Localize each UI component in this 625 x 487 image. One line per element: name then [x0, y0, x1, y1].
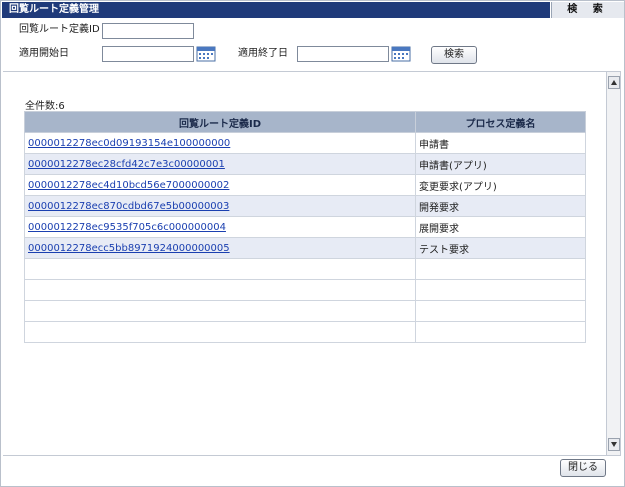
- table-header-row: 回覧ルート定義ID プロセス定義名: [24, 111, 586, 133]
- table-row-empty: [24, 279, 586, 301]
- calendar-icon[interactable]: [391, 46, 411, 62]
- route-id-link[interactable]: 0000012278ec4d10bcd56e7000000002: [28, 180, 229, 191]
- process-name-cell: テスト要求: [415, 237, 586, 259]
- table-row-empty: [24, 300, 586, 322]
- table-row: 0000012278ecc5bb8971924000000005 テスト要求: [24, 237, 586, 259]
- column-header-route-id[interactable]: 回覧ルート定義ID: [24, 111, 416, 133]
- start-date-input[interactable]: [102, 46, 194, 62]
- end-date-label: 適用終了日: [238, 48, 288, 59]
- process-name-cell: 変更要求(アプリ): [415, 174, 586, 196]
- table-row: 0000012278ec870cdbd67e5b00000003 開発要求: [24, 195, 586, 217]
- window-title: 回覧ルート定義管理: [2, 2, 550, 18]
- calendar-icon[interactable]: [196, 46, 216, 62]
- close-button[interactable]: 閉じる: [560, 459, 606, 477]
- end-date-input[interactable]: [297, 46, 389, 62]
- empty-cell: [24, 258, 416, 280]
- start-date-label: 適用開始日: [19, 48, 69, 59]
- process-name-cell: 申請書(アプリ): [415, 153, 586, 175]
- table-row: 0000012278ec0d09193154e100000000 申請書: [24, 132, 586, 154]
- route-id-link[interactable]: 0000012278ec9535f705c6c000000004: [28, 222, 226, 233]
- process-name-cell: 開発要求: [415, 195, 586, 217]
- table-row: 0000012278ec4d10bcd56e7000000002 変更要求(アプ…: [24, 174, 586, 196]
- search-button[interactable]: 検索: [431, 46, 477, 64]
- route-id-link[interactable]: 0000012278ec870cdbd67e5b00000003: [28, 201, 229, 212]
- arrow-down-icon[interactable]: [608, 438, 620, 451]
- route-id-link[interactable]: 0000012278ec0d09193154e100000000: [28, 138, 230, 149]
- table-row-empty: [24, 321, 586, 343]
- app-window: 回覧ルート定義管理 検 索 回覧ルート定義ID 適用開始日 適用終了日 検索 全…: [0, 0, 625, 487]
- result-count: 全件数:6: [25, 101, 65, 112]
- empty-cell: [415, 279, 586, 301]
- table-row: 0000012278ec28cfd42c7e3c00000001 申請書(アプリ…: [24, 153, 586, 175]
- empty-cell: [24, 300, 416, 322]
- search-tab[interactable]: 検 索: [551, 2, 624, 18]
- route-id-link[interactable]: 0000012278ecc5bb8971924000000005: [28, 243, 230, 254]
- empty-cell: [415, 300, 586, 322]
- route-id-input[interactable]: [102, 23, 194, 39]
- empty-cell: [24, 321, 416, 343]
- table-row-empty: [24, 258, 586, 280]
- results-table: 回覧ルート定義ID プロセス定義名 0000012278ec0d09193154…: [24, 111, 586, 343]
- table-row: 0000012278ec9535f705c6c000000004 展開要求: [24, 216, 586, 238]
- vertical-scrollbar[interactable]: [606, 71, 621, 456]
- column-header-process-name[interactable]: プロセス定義名: [415, 111, 586, 133]
- process-name-cell: 展開要求: [415, 216, 586, 238]
- empty-cell: [415, 321, 586, 343]
- arrow-up-icon[interactable]: [608, 76, 620, 89]
- route-id-label: 回覧ルート定義ID: [19, 24, 100, 35]
- process-name-cell: 申請書: [415, 132, 586, 154]
- empty-cell: [24, 279, 416, 301]
- empty-cell: [415, 258, 586, 280]
- route-id-link[interactable]: 0000012278ec28cfd42c7e3c00000001: [28, 159, 225, 170]
